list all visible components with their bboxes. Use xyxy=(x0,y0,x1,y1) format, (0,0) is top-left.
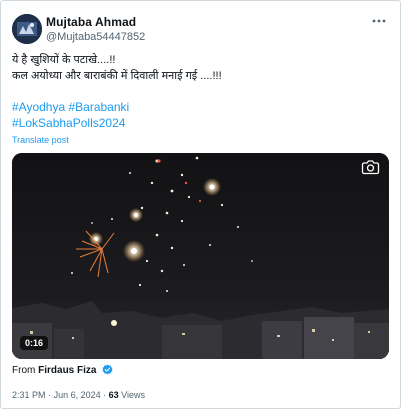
camera-icon xyxy=(361,159,380,175)
verified-badge-icon xyxy=(102,364,113,375)
author-name[interactable]: Mujtaba Ahmad xyxy=(46,15,136,29)
post-header: Mujtaba Ahmad @Mujtaba54447852 xyxy=(1,1,400,47)
video-source: From Firdaus Fiza xyxy=(12,364,113,376)
translate-post-link[interactable]: Translate post xyxy=(12,135,69,145)
post-meta: 2:31 PM · Jun 6, 2024 · 63 Views xyxy=(12,390,145,400)
from-label: From xyxy=(12,365,36,376)
author-handle[interactable]: @Mujtaba54447852 xyxy=(46,31,145,43)
avatar[interactable] xyxy=(12,14,42,44)
views-label: Views xyxy=(121,390,146,400)
post-time[interactable]: 2:31 PM xyxy=(12,390,46,400)
post-text-line-2: कल अयोध्या और बाराबंकी में दिवाली मनाई ग… xyxy=(12,70,222,82)
meta-separator: · xyxy=(103,390,107,400)
source-account-link[interactable]: Firdaus Fiza xyxy=(38,365,96,376)
post-card[interactable]: Mujtaba Ahmad @Mujtaba54447852 ये है खुश… xyxy=(0,0,401,409)
post-text-line-1: ये है खुशियों के पटाखे....!! xyxy=(12,54,116,66)
views-count: 63 xyxy=(108,390,119,400)
more-options-icon[interactable] xyxy=(371,13,387,29)
video-duration-badge: 0:16 xyxy=(20,336,49,350)
hashtags-line-1[interactable]: #Ayodhya #Barabanki xyxy=(12,99,129,115)
meta-separator: · xyxy=(48,390,52,400)
post-date[interactable]: Jun 6, 2024 xyxy=(54,390,101,400)
fireworks-video-frame xyxy=(12,153,389,359)
avatar-image xyxy=(12,14,42,44)
hashtag-lok-sabha-polls[interactable]: #LokSabhaPolls2024 xyxy=(12,115,125,131)
video-player[interactable]: 0:16 xyxy=(12,153,389,359)
